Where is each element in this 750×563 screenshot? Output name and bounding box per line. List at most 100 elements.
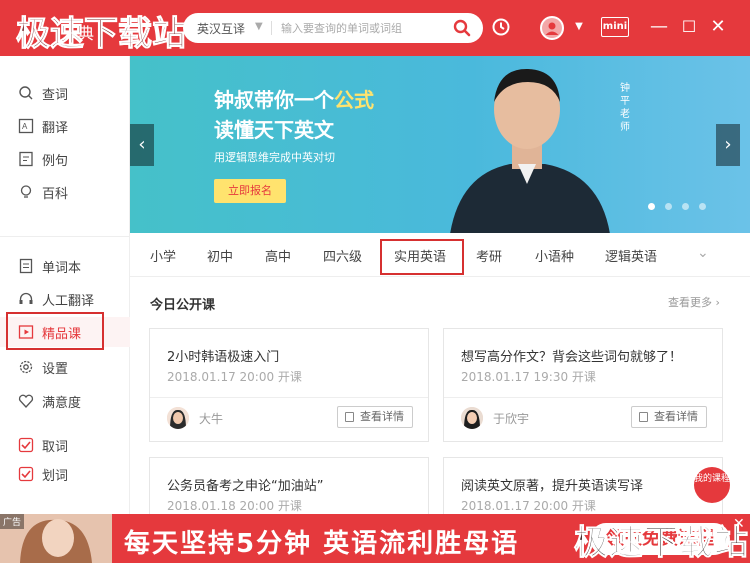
- tab-junior-high[interactable]: 初中: [207, 246, 233, 265]
- checkbox-icon[interactable]: [18, 466, 34, 482]
- watermark-top: 极速下载站: [16, 14, 187, 55]
- user-menu-chevron-icon[interactable]: ▼: [569, 16, 589, 38]
- tabs-more-chevron-icon[interactable]: ⌄: [697, 245, 709, 261]
- sidebar-item-label: 取词: [42, 440, 69, 455]
- teacher-avatar-image: [461, 407, 483, 429]
- ad-headline: 每天坚持5分钟 英语流利胜母语: [124, 529, 520, 559]
- banner-next-button[interactable]: ›: [716, 124, 740, 166]
- checkbox-icon[interactable]: [18, 437, 34, 453]
- search-icon[interactable]: [453, 19, 471, 37]
- teacher-name: 于欣宇: [493, 412, 530, 426]
- tab-primary[interactable]: 小学: [150, 246, 176, 265]
- sidebar-item-word-capture[interactable]: 取词: [0, 430, 130, 460]
- view-details-label: 查看详情: [360, 410, 404, 423]
- card-divider: [444, 397, 722, 398]
- sidebar-item-word-select[interactable]: 划词: [0, 459, 130, 489]
- sidebar-item-wordbook[interactable]: 单词本: [0, 251, 130, 281]
- banner-signup-button[interactable]: 立即报名: [214, 179, 286, 203]
- banner-pagination: [648, 199, 716, 214]
- banner-headline-1a: 钟叔带你一个: [214, 88, 334, 112]
- sidebar-item-human-translation[interactable]: 人工翻译: [0, 284, 130, 314]
- banner-prev-button[interactable]: ‹: [130, 124, 154, 166]
- teacher-name: 大牛: [199, 412, 224, 426]
- sidebar-item-satisfaction[interactable]: 满意度: [0, 386, 130, 416]
- heart-icon: [18, 394, 34, 408]
- course-date: 2018.01.17 20:00 开课: [461, 499, 596, 513]
- teacher-avatar: [461, 407, 483, 429]
- sidebar-item-settings[interactable]: 设置: [0, 352, 130, 382]
- watermark-bottom: 极速下载站: [574, 523, 749, 563]
- headset-icon: [19, 292, 33, 304]
- tab-senior-high[interactable]: 高中: [265, 246, 291, 265]
- user-avatar[interactable]: [540, 16, 564, 40]
- view-details-button[interactable]: 查看详情: [337, 406, 413, 428]
- tab-postgrad[interactable]: 考研: [476, 246, 502, 265]
- tab-logic-english[interactable]: 逻辑英语: [605, 246, 657, 265]
- sidebar-item-label: 单词本: [42, 261, 82, 276]
- chevron-down-icon[interactable]: ▼: [255, 21, 263, 32]
- course-title: 公务员备考之申论“加油站”: [167, 479, 324, 494]
- sidebar: 查词 A 翻译 例句 百科 单词本 人工翻译 精品课 设置 满意度 取词 划词: [0, 56, 130, 516]
- banner-subtitle: 用逻辑思维完成中英对切: [214, 151, 335, 164]
- section-title: 今日公开课: [150, 298, 216, 313]
- view-details-label: 查看详情: [654, 410, 698, 423]
- sentence-icon: [19, 151, 33, 167]
- course-date: 2018.01.17 19:30 开课: [461, 370, 596, 384]
- bulb-icon: [20, 185, 32, 198]
- sidebar-item-label: 百科: [42, 187, 69, 202]
- banner-dot[interactable]: [699, 203, 706, 210]
- course-card[interactable]: 阅读英文原著，提升英语读写译 2018.01.17 20:00 开课: [443, 457, 723, 517]
- highlight-box-tab: [380, 239, 464, 275]
- svg-text:A: A: [22, 122, 28, 131]
- close-button[interactable]: ✕: [708, 16, 728, 38]
- teacher-name-tag: 钟平老师: [620, 83, 630, 133]
- course-date: 2018.01.17 20:00 开课: [167, 370, 302, 384]
- highlight-box-sidebar: [6, 312, 104, 350]
- course-title: 阅读英文原著，提升英语读写译: [461, 479, 644, 494]
- sidebar-item-label: 划词: [42, 469, 69, 484]
- banner-dot[interactable]: [682, 203, 689, 210]
- sidebar-item-sentences[interactable]: 例句: [0, 144, 130, 174]
- banner-headline-1: 钟叔带你一个公式: [214, 84, 374, 113]
- course-card[interactable]: 公务员备考之申论“加油站” 2018.01.18 20:00 开课: [149, 457, 429, 517]
- course-title: 2小时韩语极速入门: [167, 350, 280, 365]
- minimize-button[interactable]: —: [649, 16, 669, 38]
- maximize-button[interactable]: ☐: [679, 16, 699, 38]
- search-box[interactable]: 英汉互译 ▼: [183, 13, 483, 43]
- teacher-photo: [450, 68, 610, 233]
- sidebar-item-translate[interactable]: A 翻译: [0, 111, 130, 141]
- sidebar-item-label: 满意度: [42, 396, 82, 411]
- view-more-link[interactable]: 查看更多 ›: [668, 294, 720, 310]
- banner-headline-2: 读懂天下英文: [214, 118, 334, 142]
- course-title: 想写高分作文？背会这些词句就够了！: [461, 350, 683, 365]
- search-input[interactable]: [281, 19, 441, 37]
- course-card[interactable]: 2小时韩语极速入门 2018.01.17 20:00 开课 大牛 查看详情: [149, 328, 429, 442]
- teacher-avatar-image: [167, 407, 189, 429]
- sidebar-item-encyclopedia[interactable]: 百科: [0, 177, 130, 207]
- course-card[interactable]: 想写高分作文？背会这些词句就够了！ 2018.01.17 19:30 开课 于欣…: [443, 328, 723, 442]
- ad-label: 广告: [0, 514, 25, 529]
- tab-minor-languages[interactable]: 小语种: [535, 246, 574, 265]
- user-icon: [542, 18, 562, 38]
- sidebar-item-label: 查词: [42, 88, 69, 103]
- sidebar-item-label: 人工翻译: [42, 294, 95, 309]
- mini-mode-button[interactable]: mini: [601, 17, 629, 37]
- tab-cet[interactable]: 四六级: [323, 246, 362, 265]
- sidebar-item-label: 翻译: [42, 121, 69, 136]
- banner-dot[interactable]: [665, 203, 672, 210]
- search-icon: [19, 86, 33, 100]
- banner-dot[interactable]: [648, 203, 655, 210]
- promo-banner[interactable]: 钟叔带你一个公式 读懂天下英文 用逻辑思维完成中英对切 立即报名 钟平老师 ‹ …: [130, 56, 750, 233]
- my-courses-button[interactable]: 我的课程: [694, 467, 730, 503]
- translate-icon: A: [18, 118, 34, 134]
- sidebar-item-label: 设置: [42, 362, 69, 377]
- banner-headline-highlight: 公式: [334, 88, 374, 112]
- sidebar-divider: [0, 236, 130, 237]
- wordbook-icon: [19, 258, 33, 274]
- document-icon: [639, 412, 648, 422]
- history-icon[interactable]: [490, 16, 512, 38]
- search-mode-select[interactable]: 英汉互译: [197, 20, 245, 37]
- document-icon: [345, 412, 354, 422]
- view-details-button[interactable]: 查看详情: [631, 406, 707, 428]
- sidebar-item-lookup[interactable]: 查词: [0, 78, 130, 108]
